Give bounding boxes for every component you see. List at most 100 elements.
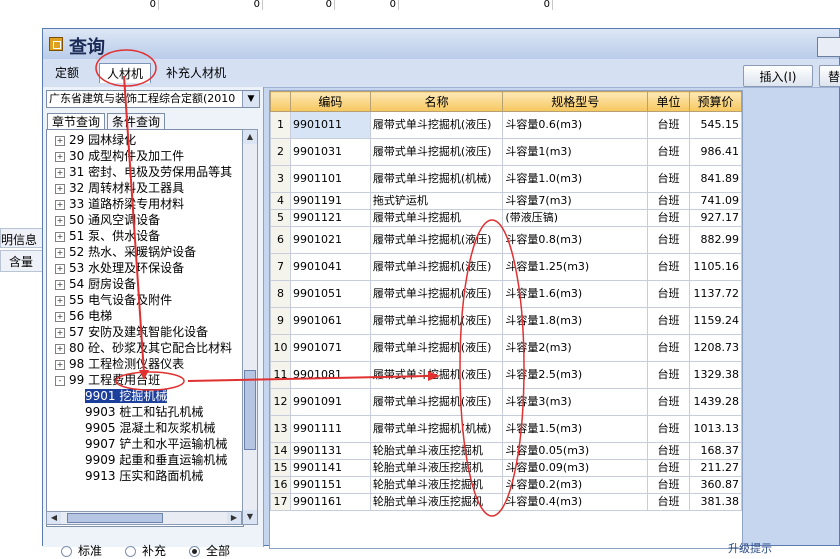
tree-hscroll-thumb[interactable] [67, 513, 163, 523]
table-cell-code[interactable]: 9901121 [289, 209, 371, 227]
table-row[interactable]: 2 9901031 履带式单斗挖掘机(液压) 斗容量1(m3) 台班 986.41 [270, 138, 742, 166]
expand-icon[interactable]: + [55, 216, 65, 226]
table-row[interactable]: 4 9901191 拖式铲运机 斗容量7(m3) 台班 741.09 [270, 192, 742, 210]
table-cell-unit[interactable]: 台班 [647, 192, 690, 210]
expand-icon[interactable]: + [55, 280, 65, 290]
table-cell-unit[interactable]: 台班 [647, 111, 690, 139]
table-cell-code[interactable]: 9901071 [289, 334, 371, 362]
table-cell-spec[interactable]: 斗容量1.6(m3) [502, 280, 649, 308]
table-cell-price[interactable]: 986.41 [688, 138, 742, 166]
tree-subnode[interactable]: 9909 起重和垂直运输机械 [85, 452, 227, 468]
table-cell-spec[interactable]: 斗容量0.4(m3) [502, 493, 649, 511]
scroll-right-icon[interactable]: ▶ [227, 512, 241, 524]
table-row[interactable]: 9 9901061 履带式单斗挖掘机(液压) 斗容量1.8(m3) 台班 1159.24 [270, 307, 742, 335]
table-cell-price[interactable]: 381.38 [688, 493, 742, 511]
table-cell-price[interactable]: 841.89 [688, 165, 742, 193]
tree-vertical-scrollbar[interactable]: ▲ ▼ [242, 129, 258, 525]
table-cell-unit[interactable]: 台班 [647, 388, 690, 416]
table-cell-spec[interactable]: 斗容量1.0(m3) [502, 165, 649, 193]
tab-chapter-query[interactable]: 章节查询 [47, 113, 105, 130]
table-cell-name[interactable]: 履带式单斗挖掘机(机械) [369, 165, 504, 193]
table-row[interactable]: 3 9901101 履带式单斗挖掘机(机械) 斗容量1.0(m3) 台班 841.89 [270, 165, 742, 193]
table-cell-code[interactable]: 9901051 [289, 280, 371, 308]
table-cell-spec[interactable]: 斗容量1.8(m3) [502, 307, 649, 335]
table-cell-code[interactable]: 9901031 [289, 138, 371, 166]
table-cell-price[interactable]: 882.99 [688, 226, 742, 254]
expand-icon[interactable]: + [55, 264, 65, 274]
table-cell-price[interactable]: 1208.73 [688, 334, 742, 362]
tree-subnode[interactable]: 9907 铲土和水平运输机械 [85, 436, 227, 452]
table-cell-price[interactable]: 1105.16 [688, 253, 742, 281]
table-cell-name[interactable]: 履带式单斗挖掘机(液压) [369, 253, 504, 281]
table-row[interactable]: 12 9901091 履带式单斗挖掘机(液压) 斗容量3(m3) 台班 1439.28 [270, 388, 742, 416]
table-cell-name[interactable]: 轮胎式单斗液压挖掘机 [369, 459, 504, 477]
collapse-icon[interactable]: - [55, 376, 65, 386]
table-cell-name[interactable]: 轮胎式单斗液压挖掘机 [369, 493, 504, 511]
table-cell-code[interactable]: 9901101 [289, 165, 371, 193]
insert-button[interactable]: 插入(I) [743, 65, 813, 87]
table-cell-code[interactable]: 9901091 [289, 388, 371, 416]
close-button[interactable] [817, 37, 840, 57]
tab-labor-material-machine[interactable]: 人材机 [99, 63, 151, 83]
tab-supplementary[interactable]: 补充人材机 [159, 63, 233, 83]
table-cell-unit[interactable]: 台班 [647, 361, 690, 389]
table-cell-spec[interactable]: 斗容量0.05(m3) [502, 442, 649, 460]
table-cell-price[interactable]: 741.09 [688, 192, 742, 210]
table-row[interactable]: 10 9901071 履带式单斗挖掘机(液压) 斗容量2(m3) 台班 1208.73 [270, 334, 742, 362]
tree-subnode[interactable]: 9903 桩工和钻孔机械 [85, 404, 203, 420]
radio-standard[interactable]: 标准 [61, 543, 102, 559]
table-cell-code[interactable]: 9901141 [289, 459, 371, 477]
column-header-name[interactable]: 名称 [369, 91, 504, 112]
expand-icon[interactable]: + [55, 168, 65, 178]
column-header-unit[interactable]: 单位 [647, 91, 690, 112]
table-cell-code[interactable]: 9901041 [289, 253, 371, 281]
table-cell-unit[interactable]: 台班 [647, 415, 690, 443]
scroll-up-icon[interactable]: ▲ [243, 130, 257, 144]
expand-icon[interactable]: + [55, 152, 65, 162]
expand-icon[interactable]: + [55, 184, 65, 194]
tree-subnode[interactable]: 9913 压实和路面机械 [85, 468, 203, 484]
table-cell-price[interactable]: 1439.28 [688, 388, 742, 416]
tab-quota[interactable]: 定额 [47, 63, 87, 83]
upgrade-hint[interactable]: 升级提示 [728, 540, 772, 556]
table-cell-name[interactable]: 履带式单斗挖掘机(液压) [369, 280, 504, 308]
table-row[interactable]: 11 9901081 履带式单斗挖掘机(液压) 斗容量2.5(m3) 台班 1329.38 [270, 361, 742, 389]
table-cell-spec[interactable]: 斗容量1.5(m3) [502, 415, 649, 443]
table-cell-name[interactable]: 履带式单斗挖掘机(液压) [369, 388, 504, 416]
table-cell-unit[interactable]: 台班 [647, 459, 690, 477]
column-header-spec[interactable]: 规格型号 [502, 91, 649, 112]
radio-all[interactable]: 全部 [189, 543, 230, 559]
scroll-left-icon[interactable]: ◀ [47, 512, 61, 524]
column-header-code[interactable]: 编码 [289, 91, 371, 112]
table-cell-name[interactable]: 履带式单斗挖掘机(液压) [369, 307, 504, 335]
table-cell-code[interactable]: 9901161 [289, 493, 371, 511]
table-cell-code[interactable]: 9901011 [289, 111, 371, 139]
table-cell-price[interactable]: 1329.38 [688, 361, 742, 389]
table-cell-name[interactable]: 履带式单斗挖掘机(液压) [369, 334, 504, 362]
table-cell-name[interactable]: 履带式单斗挖掘机 [369, 209, 504, 227]
table-cell-unit[interactable]: 台班 [647, 138, 690, 166]
table-row[interactable]: 5 9901121 履带式单斗挖掘机 (带液压镐) 台班 927.17 [270, 209, 742, 227]
chevron-down-icon[interactable]: ▼ [242, 91, 259, 107]
table-cell-spec[interactable]: (带液压镐) [502, 209, 649, 227]
expand-icon[interactable]: + [55, 136, 65, 146]
expand-icon[interactable]: + [55, 296, 65, 306]
table-cell-spec[interactable]: 斗容量3(m3) [502, 388, 649, 416]
table-cell-name[interactable]: 履带式单斗挖掘机(液压) [369, 361, 504, 389]
table-cell-unit[interactable]: 台班 [647, 226, 690, 254]
table-cell-price[interactable]: 545.15 [688, 111, 742, 139]
table-cell-price[interactable]: 1159.24 [688, 307, 742, 335]
table-cell-price[interactable]: 211.27 [688, 459, 742, 477]
table-cell-spec[interactable]: 斗容量7(m3) [502, 192, 649, 210]
table-row[interactable]: 16 9901151 轮胎式单斗液压挖掘机 斗容量0.2(m3) 台班 360.87 [270, 476, 742, 494]
table-cell-name[interactable]: 轮胎式单斗液压挖掘机 [369, 442, 504, 460]
table-cell-price[interactable]: 927.17 [688, 209, 742, 227]
replace-button[interactable]: 替 [819, 65, 840, 87]
quota-library-select[interactable]: 广东省建筑与装饰工程综合定额(2010 ▼ [46, 90, 260, 108]
table-cell-name[interactable]: 轮胎式单斗液压挖掘机 [369, 476, 504, 494]
table-cell-unit[interactable]: 台班 [647, 334, 690, 362]
table-cell-code[interactable]: 9901081 [289, 361, 371, 389]
table-cell-spec[interactable]: 斗容量0.6(m3) [502, 111, 649, 139]
expand-icon[interactable]: + [55, 360, 65, 370]
table-cell-unit[interactable]: 台班 [647, 280, 690, 308]
